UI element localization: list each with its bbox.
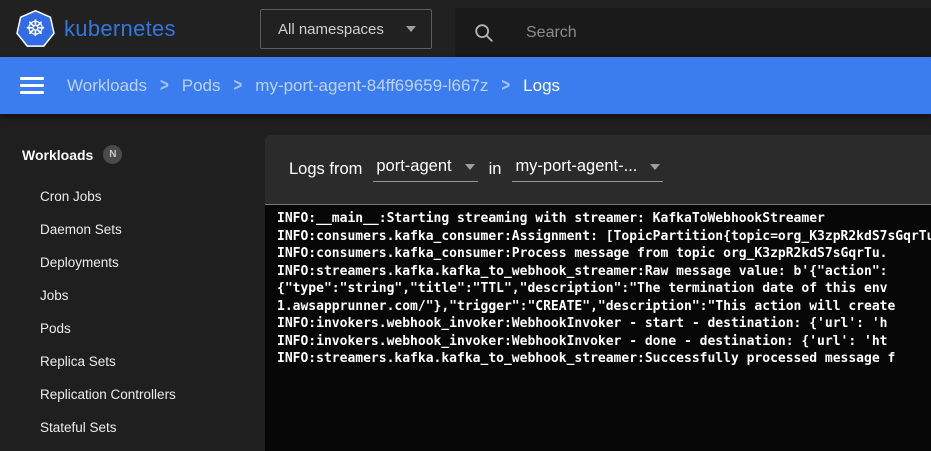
logs-header: Logs from port-agent in my-port-agent-..… [265, 135, 931, 204]
search-icon [473, 22, 495, 44]
top-app-bar: ☸ kubernetes All namespaces [0, 0, 931, 57]
breadcrumb: Workloads > Pods > my-port-agent-84ff696… [67, 76, 560, 96]
pod-select[interactable]: my-port-agent-... [512, 157, 663, 182]
log-line: {"type":"string","title":"TTL","descript… [277, 280, 931, 298]
log-line: INFO:consumers.kafka_consumer:Process me… [277, 245, 931, 263]
sidebar-nav: Workloads N Cron Jobs Daemon Sets Deploy… [0, 114, 265, 451]
sidebar-item-cron-jobs[interactable]: Cron Jobs [0, 180, 265, 213]
brand-title: kubernetes [64, 16, 176, 42]
logs-card: Logs from port-agent in my-port-agent-..… [265, 135, 931, 451]
log-line: 1.awsapprunner.com/"},"trigger":"CREATE"… [277, 298, 931, 316]
breadcrumb-workloads[interactable]: Workloads [67, 76, 147, 96]
sidebar-item-replication-controllers[interactable]: Replication Controllers [0, 378, 265, 411]
logs-header-prefix: Logs from [289, 160, 362, 179]
kubernetes-logo-icon: ☸ [16, 10, 55, 48]
svg-text:☸: ☸ [25, 16, 45, 42]
chevron-down-icon [406, 26, 416, 32]
sidebar-section-label: Workloads [22, 147, 93, 163]
chevron-right-icon: > [160, 75, 169, 96]
sidebar-item-pods[interactable]: Pods [0, 312, 265, 345]
chevron-right-icon: > [234, 75, 243, 96]
breadcrumb-pod-name[interactable]: my-port-agent-84ff69659-l667z [255, 76, 488, 96]
pod-select-value: my-port-agent-... [515, 157, 637, 176]
log-line: INFO:streamers.kafka.kafka_to_webhook_st… [277, 350, 931, 368]
log-line: INFO:invokers.webhook_invoker:WebhookInv… [277, 315, 931, 333]
container-select[interactable]: port-agent [373, 157, 477, 182]
home-link[interactable]: ☸ kubernetes [16, 9, 176, 49]
logs-header-in: in [489, 160, 502, 179]
chevron-down-icon [650, 164, 660, 170]
search-input[interactable] [526, 24, 846, 42]
chevron-right-icon: > [501, 75, 510, 96]
sidebar-item-replica-sets[interactable]: Replica Sets [0, 345, 265, 378]
log-line: INFO:consumers.kafka_consumer:Assignment… [277, 228, 931, 246]
new-badge: N [103, 145, 122, 164]
kubernetes-dashboard: ☸ kubernetes All namespaces Workloads > … [0, 0, 931, 451]
log-line: INFO:streamers.kafka.kafka_to_webhook_st… [277, 263, 931, 281]
breadcrumb-pods[interactable]: Pods [182, 76, 221, 96]
sidebar-item-jobs[interactable]: Jobs [0, 279, 265, 312]
container-select-value: port-agent [376, 157, 451, 176]
page-body: Workloads N Cron Jobs Daemon Sets Deploy… [0, 114, 931, 451]
sidebar-item-stateful-sets[interactable]: Stateful Sets [0, 411, 265, 444]
sidebar-section-workloads[interactable]: Workloads N [0, 114, 265, 164]
log-output[interactable]: INFO:__main__:Starting streaming with st… [265, 204, 931, 451]
sidebar-item-list: Cron Jobs Daemon Sets Deployments Jobs P… [0, 180, 265, 444]
namespace-selector[interactable]: All namespaces [260, 9, 432, 49]
log-line: INFO:__main__:Starting streaming with st… [277, 210, 931, 228]
menu-icon[interactable] [18, 69, 46, 102]
sidebar-item-deployments[interactable]: Deployments [0, 246, 265, 279]
sidebar-item-daemon-sets[interactable]: Daemon Sets [0, 213, 265, 246]
chevron-down-icon [465, 164, 475, 170]
breadcrumb-current-logs: Logs [523, 76, 560, 96]
namespace-selector-value: All namespaces [278, 21, 384, 38]
breadcrumb-bar: Workloads > Pods > my-port-agent-84ff696… [0, 57, 931, 114]
search-bar [455, 8, 931, 57]
log-line: INFO:invokers.webhook_invoker:WebhookInv… [277, 333, 931, 351]
